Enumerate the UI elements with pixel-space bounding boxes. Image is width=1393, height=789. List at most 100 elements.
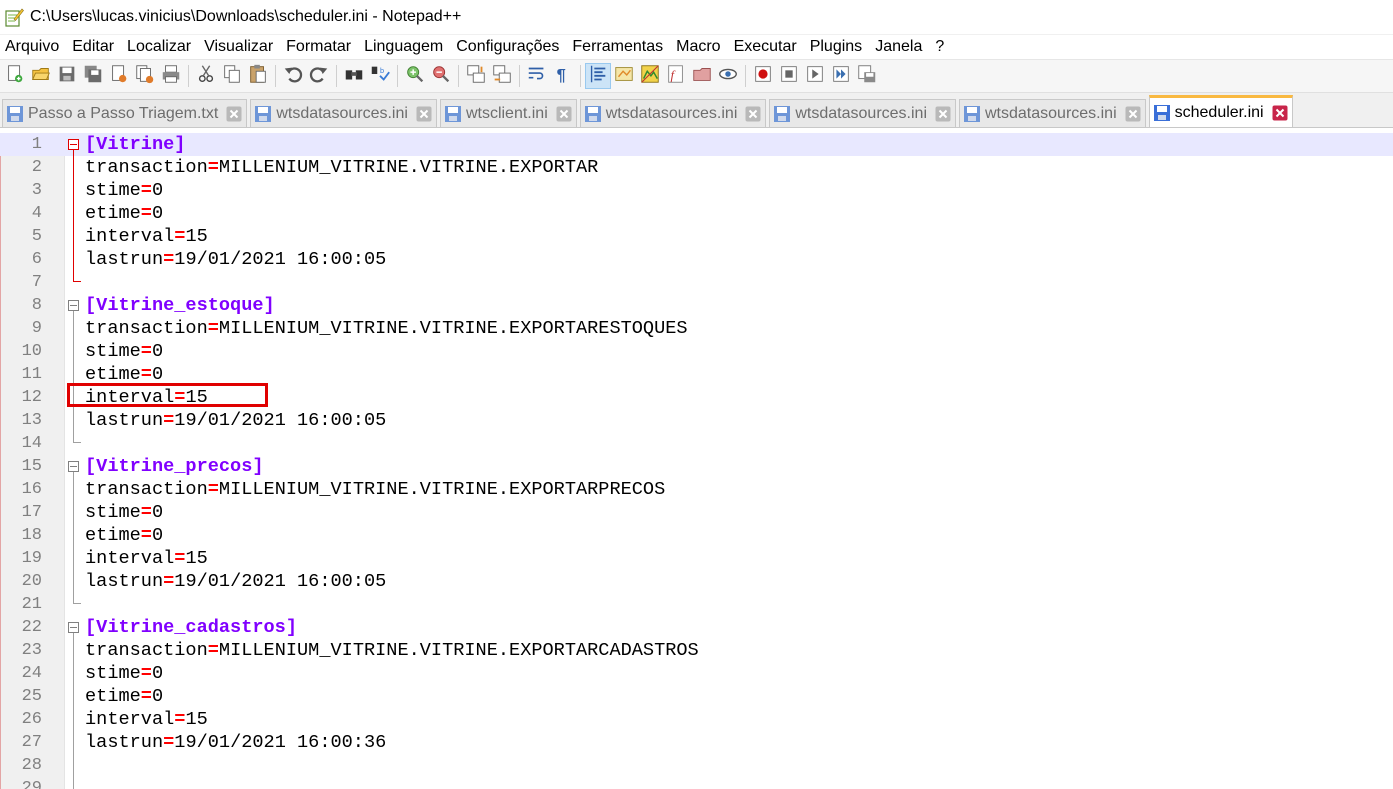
close-tab-icon[interactable] — [1272, 105, 1288, 121]
tab-scheduler-ini[interactable]: scheduler.ini — [1148, 95, 1293, 127]
ini-section-header: [Vitrine_estoque] — [85, 295, 275, 316]
close-icon — [108, 63, 130, 90]
ini-value: 15 — [185, 548, 208, 569]
new-file-button[interactable] — [3, 64, 27, 88]
editor-line[interactable]: 5 interval=15 — [0, 225, 1393, 248]
close-button[interactable] — [107, 64, 131, 88]
tab-wtsdatasources-ini[interactable]: wtsdatasources.ini — [769, 99, 956, 127]
save-all-button[interactable] — [81, 64, 105, 88]
editor-line[interactable]: 28 — [0, 754, 1393, 777]
tab-wtsdatasources-ini[interactable]: wtsdatasources.ini — [579, 99, 767, 127]
save-button[interactable] — [55, 64, 79, 88]
editor-line[interactable]: 24 stime=0 — [0, 662, 1393, 685]
editor-line[interactable]: 9 transaction=MILLENIUM_VITRINE.VITRINE.E… — [0, 317, 1393, 340]
sync-horizontal-button[interactable] — [490, 64, 514, 88]
ini-value: 19/01/2021 16:00:05 — [174, 571, 387, 592]
ini-value: 19/01/2021 16:00:05 — [174, 410, 387, 431]
editor-line[interactable]: 23 transaction=MILLENIUM_VITRINE.VITRINE.… — [0, 639, 1393, 662]
ini-equals-operator: = — [207, 479, 219, 500]
editor-line[interactable]: 8 [Vitrine_estoque] — [0, 294, 1393, 317]
copy-button[interactable] — [220, 64, 244, 88]
print-button[interactable] — [159, 64, 183, 88]
editor-line[interactable]: 13 lastrun=19/01/2021 16:00:05 — [0, 409, 1393, 432]
menu-item-executar[interactable]: Executar — [728, 35, 804, 59]
editor-line[interactable]: 17 stime=0 — [0, 501, 1393, 524]
tab-wtsdatasources-ini[interactable]: wtsdatasources.ini — [959, 99, 1146, 127]
close-tab-icon[interactable] — [416, 106, 432, 122]
tab-wtsdatasources-ini[interactable]: wtsdatasources.ini — [250, 99, 437, 127]
menu-item-localizar[interactable]: Localizar — [121, 35, 198, 59]
fold-toggle-icon[interactable] — [68, 300, 79, 311]
menu-item-formatar[interactable]: Formatar — [280, 35, 358, 59]
tab-passo-a-passo-triagem-txt[interactable]: Passo a Passo Triagem.txt — [2, 99, 248, 127]
menu-item-configuracoes[interactable]: Configurações — [450, 35, 566, 59]
fold-toggle-icon[interactable] — [68, 622, 79, 633]
editor-line[interactable]: 20 lastrun=19/01/2021 16:00:05 — [0, 570, 1393, 593]
fold-toggle-icon[interactable] — [68, 139, 79, 150]
editor-line[interactable]: 15 [Vitrine_precos] — [0, 455, 1393, 478]
paste-button[interactable] — [246, 64, 270, 88]
user-language-button[interactable] — [612, 64, 636, 88]
play-macro-button[interactable] — [803, 64, 827, 88]
menu-item-help[interactable]: ? — [929, 35, 951, 59]
editor-line[interactable]: 7 — [0, 271, 1393, 294]
word-wrap-button[interactable] — [525, 64, 549, 88]
line-number: 6 — [31, 250, 42, 269]
menu-item-plugins[interactable]: Plugins — [804, 35, 869, 59]
editor-line[interactable]: 16 transaction=MILLENIUM_VITRINE.VITRINE.… — [0, 478, 1393, 501]
document-map-button[interactable] — [638, 64, 662, 88]
monitoring-button[interactable] — [716, 64, 740, 88]
tab-wtsclient-ini[interactable]: wtsclient.ini — [439, 99, 577, 127]
editor-area[interactable]: 1 [Vitrine] 2 transaction=MILLENIUM_VITRINE… — [0, 133, 1393, 789]
menu-item-visualizar[interactable]: Visualizar — [198, 35, 280, 59]
undo-button[interactable] — [281, 64, 305, 88]
find-button[interactable] — [342, 64, 366, 88]
sync-vertical-button[interactable] — [464, 64, 488, 88]
menu-item-macro[interactable]: Macro — [670, 35, 727, 59]
close-tab-icon[interactable] — [1125, 106, 1141, 122]
title-bar[interactable]: C:\Users\lucas.vinicius\Downloads\schedu… — [0, 0, 1393, 35]
editor-line[interactable]: 3 stime=0 — [0, 179, 1393, 202]
redo-button[interactable] — [307, 64, 331, 88]
editor-line[interactable]: 10 stime=0 — [0, 340, 1393, 363]
editor-line[interactable]: 27 lastrun=19/01/2021 16:00:36 — [0, 731, 1393, 754]
run-macro-multiple-button[interactable] — [829, 64, 853, 88]
replace-button[interactable]: b — [368, 64, 392, 88]
menu-item-arquivo[interactable]: Arquivo — [0, 35, 66, 59]
close-all-button[interactable] — [133, 64, 157, 88]
editor-line[interactable]: 2 transaction=MILLENIUM_VITRINE.VITRINE.E… — [0, 156, 1393, 179]
stop-recording-button[interactable] — [777, 64, 801, 88]
editor-line[interactable]: 19 interval=15 — [0, 547, 1393, 570]
editor-line[interactable]: 25 etime=0 — [0, 685, 1393, 708]
save-macro-button[interactable] — [855, 64, 879, 88]
menu-item-ferramentas[interactable]: Ferramentas — [566, 35, 670, 59]
editor-line[interactable]: 21 — [0, 593, 1393, 616]
editor-line[interactable]: 4 etime=0 — [0, 202, 1393, 225]
menu-item-janela[interactable]: Janela — [869, 35, 929, 59]
zoom-out-button[interactable] — [429, 64, 453, 88]
cut-button[interactable] — [194, 64, 218, 88]
show-all-characters-button[interactable]: ¶ — [551, 64, 575, 88]
close-tab-icon[interactable] — [745, 106, 761, 122]
menu-item-editar[interactable]: Editar — [66, 35, 121, 59]
editor-line[interactable]: 14 — [0, 432, 1393, 455]
editor-line[interactable]: 26 interval=15 — [0, 708, 1393, 731]
fold-toggle-icon[interactable] — [68, 461, 79, 472]
toolbar-separator — [745, 65, 746, 87]
zoom-in-button[interactable] — [403, 64, 427, 88]
close-tab-icon[interactable] — [556, 106, 572, 122]
editor-line[interactable]: 18 etime=0 — [0, 524, 1393, 547]
editor-line[interactable]: 6 lastrun=19/01/2021 16:00:05 — [0, 248, 1393, 271]
function-list-button[interactable]: f — [664, 64, 688, 88]
close-tab-icon[interactable] — [935, 106, 951, 122]
menu-item-linguagem[interactable]: Linguagem — [358, 35, 450, 59]
folder-as-workspace-button[interactable] — [690, 64, 714, 88]
folder-as-workspace-icon — [691, 63, 713, 90]
editor-line[interactable]: 29 — [0, 777, 1393, 789]
indent-guide-button[interactable] — [585, 63, 611, 89]
close-tab-icon[interactable] — [226, 106, 242, 122]
open-file-button[interactable] — [29, 64, 53, 88]
record-macro-button[interactable] — [751, 64, 775, 88]
editor-line[interactable]: 22 [Vitrine_cadastros] — [0, 616, 1393, 639]
editor-line[interactable]: 1 [Vitrine] — [0, 133, 1393, 156]
